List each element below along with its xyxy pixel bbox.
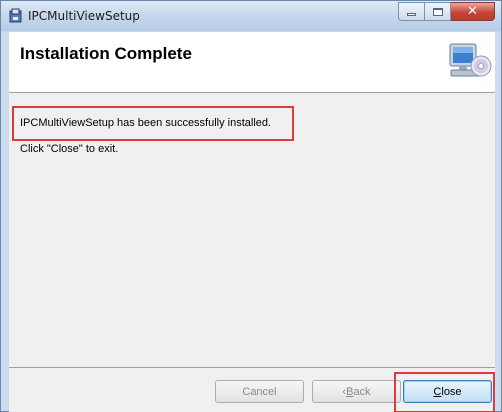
- minimize-icon: [407, 13, 416, 16]
- back-button-label: ack: [353, 385, 371, 398]
- button-bar: Cancel ‹ Back Close: [9, 367, 495, 412]
- maximize-button[interactable]: [425, 2, 451, 21]
- window-title: IPCMultiViewSetup: [28, 9, 140, 23]
- close-icon: ✕: [467, 4, 478, 19]
- wizard-content: IPCMultiViewSetup has been successfully …: [9, 93, 495, 368]
- highlight-box-close: [394, 372, 495, 412]
- exit-instruction: Click "Close" to exit.: [20, 143, 119, 155]
- cancel-button[interactable]: Cancel: [215, 380, 304, 403]
- installer-window: IPCMultiViewSetup ✕ Installation Complet…: [0, 0, 502, 412]
- title-bar[interactable]: IPCMultiViewSetup ✕: [1, 1, 501, 31]
- computer-cd-icon: [449, 43, 492, 77]
- success-message: IPCMultiViewSetup has been successfully …: [20, 117, 272, 129]
- back-button-mnemonic: B: [346, 385, 354, 398]
- installer-icon: [9, 8, 22, 23]
- minimize-button[interactable]: [398, 2, 425, 21]
- page-title: Installation Complete: [20, 44, 192, 63]
- maximize-icon: [432, 7, 443, 16]
- back-button[interactable]: ‹ Back: [312, 380, 401, 403]
- window-close-button[interactable]: ✕: [451, 2, 495, 21]
- wizard-header: Installation Complete: [9, 32, 495, 93]
- caption-buttons: ✕: [398, 2, 495, 21]
- cancel-button-label: Cancel: [242, 385, 277, 398]
